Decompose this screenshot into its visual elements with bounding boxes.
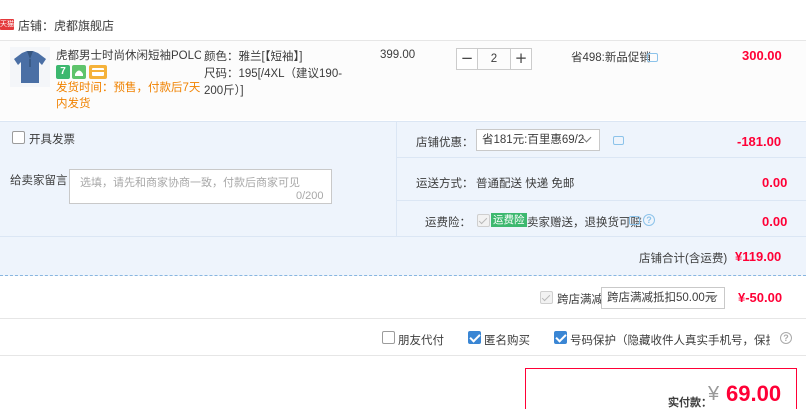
unit-price: 399.00 [380, 49, 416, 61]
promo-text: 省498:新品促销 [571, 52, 651, 64]
store-name[interactable]: 店铺：虎都旗舰店 [18, 17, 114, 34]
anonymous-label[interactable]: 匿名购买 [484, 332, 530, 348]
quantity-stepper: − 2 + [456, 48, 532, 70]
insurance-tag: 运费险 [491, 213, 527, 227]
divider [0, 355, 806, 356]
qty-decrease-button[interactable]: − [456, 48, 478, 70]
cross-store-select[interactable]: 跨店满减抵扣50.00元 [601, 287, 725, 309]
currency-symbol: ¥ [708, 383, 720, 405]
coupon-amount: -181.00 [737, 134, 782, 149]
help-icon[interactable]: ? [780, 332, 792, 344]
credit-card-icon [89, 65, 107, 79]
sku-size: 尺码：195[/4XL（建议190-200斤）] [204, 68, 343, 97]
privacy-checkbox[interactable] [554, 331, 567, 344]
privacy-label[interactable]: 号码保护（隐藏收件人真实手机号，保护隐私） [570, 332, 770, 348]
product-title-link[interactable]: 虎都男士时尚休闲短袖POLO衫… [56, 47, 201, 63]
proxy-pay-label[interactable]: 朋友代付 [398, 332, 444, 348]
cross-store-selected-value: 跨店满减抵扣50.00元 [607, 292, 717, 304]
divider [397, 157, 806, 158]
coupon-label: 店铺优惠： [416, 137, 474, 149]
divider [0, 236, 806, 237]
cross-store-amount: ¥-50.00 [738, 290, 783, 305]
sku-info: 颜色：雅兰[【短袖】] 尺码：195[/4XL（建议190-200斤）] [204, 49, 354, 100]
invoice-label[interactable]: 开具发票 [29, 131, 75, 147]
memo-placeholder: 选填，请先和商家协商一致，付款后商家可见 [80, 177, 300, 189]
divider [0, 318, 806, 319]
shipping-time-note: 发货时间：预售，付款后7天内发货 [56, 82, 201, 110]
store-header [0, 0, 806, 40]
store-total-label: 店铺合计(含运费) [639, 253, 728, 265]
product-thumbnail[interactable] [10, 47, 50, 87]
coupon-select[interactable]: 省181元:百里惠69/2 [476, 129, 600, 151]
shipping-method: 普通配送 快递 免邮 [476, 178, 575, 190]
anonymous-checkbox[interactable] [468, 331, 481, 344]
payment-label: 实付款： [668, 397, 712, 409]
proxy-pay-checkbox[interactable] [382, 331, 395, 344]
sku-color: 颜色：雅兰[【短袖】] [204, 51, 303, 63]
payment-amount: 69.00 [726, 381, 782, 406]
coupon-selected-value: 省181元:百里惠69/2 [482, 134, 585, 146]
promo-info-icon[interactable] [647, 53, 658, 62]
seven-day-return-icon: 7 [56, 65, 70, 79]
insurance-info-icon[interactable] [629, 216, 640, 225]
memo-char-count: 0/200 [296, 190, 324, 202]
divider [396, 121, 397, 236]
insurance-text: 卖家赠送，退换货可赔 [527, 217, 642, 229]
store-total-amount: ¥119.00 [735, 249, 782, 264]
invoice-checkbox[interactable] [12, 131, 25, 144]
insurance-help-icon[interactable]: ? [643, 214, 655, 226]
divider [397, 200, 806, 201]
qty-increase-button[interactable]: + [510, 48, 532, 70]
cross-store-label: 跨店满减 [557, 294, 603, 306]
insurance-label: 运费险： [425, 217, 471, 229]
service-hat-icon [72, 65, 86, 79]
tmall-badge-icon: 天猫 [0, 19, 14, 30]
insurance-checkbox [477, 214, 490, 227]
coupon-info-icon[interactable] [613, 136, 624, 145]
shipping-amount: 0.00 [762, 175, 788, 190]
qty-input[interactable]: 2 [478, 48, 510, 70]
cross-store-checkbox [540, 291, 553, 304]
insurance-amount: 0.00 [762, 214, 788, 229]
item-subtotal: 300.00 [742, 48, 782, 63]
shipping-label: 运送方式： [416, 178, 474, 190]
